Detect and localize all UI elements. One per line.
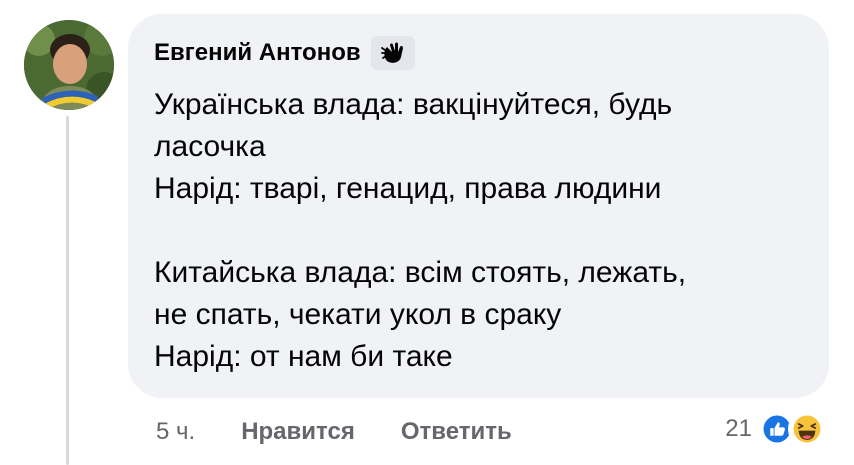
comment-line-blank — [154, 210, 804, 252]
comment-line: ласочка — [154, 130, 266, 163]
reaction-count: 21 — [725, 415, 752, 442]
comment-text: Українська влада: вакцінуйтеся, будь лас… — [154, 84, 804, 378]
reactions-summary[interactable]: 21 — [725, 410, 826, 448]
thread-line — [66, 116, 69, 465]
author-name[interactable]: Евгений Антонов — [154, 39, 361, 67]
comment-line: не спать, чекати укол в сраку — [154, 298, 562, 331]
avatar[interactable] — [24, 20, 114, 110]
comment-line: Нарід: тварі, генацид, права людини — [154, 172, 662, 205]
like-button[interactable]: Нравится — [241, 418, 355, 446]
comment-line: Нарід: от нам би таке — [154, 340, 453, 373]
comment-line: Українська влада: вакцінуйтеся, будь — [154, 88, 673, 121]
comment-thread: Евгений Антонов Українська влада: вакцін… — [0, 0, 854, 465]
waving-hand-icon[interactable] — [370, 36, 415, 70]
timestamp[interactable]: 5 ч. — [156, 418, 195, 446]
reply-button[interactable]: Ответить — [401, 418, 512, 446]
haha-icon — [788, 410, 826, 448]
comment-line: Китайська влада: всім стоять, лежать, — [154, 256, 687, 289]
comment-header: Евгений Антонов — [154, 36, 415, 70]
profile-photo — [24, 20, 114, 110]
comment-actions: 5 ч. Нравится Ответить — [156, 418, 558, 446]
